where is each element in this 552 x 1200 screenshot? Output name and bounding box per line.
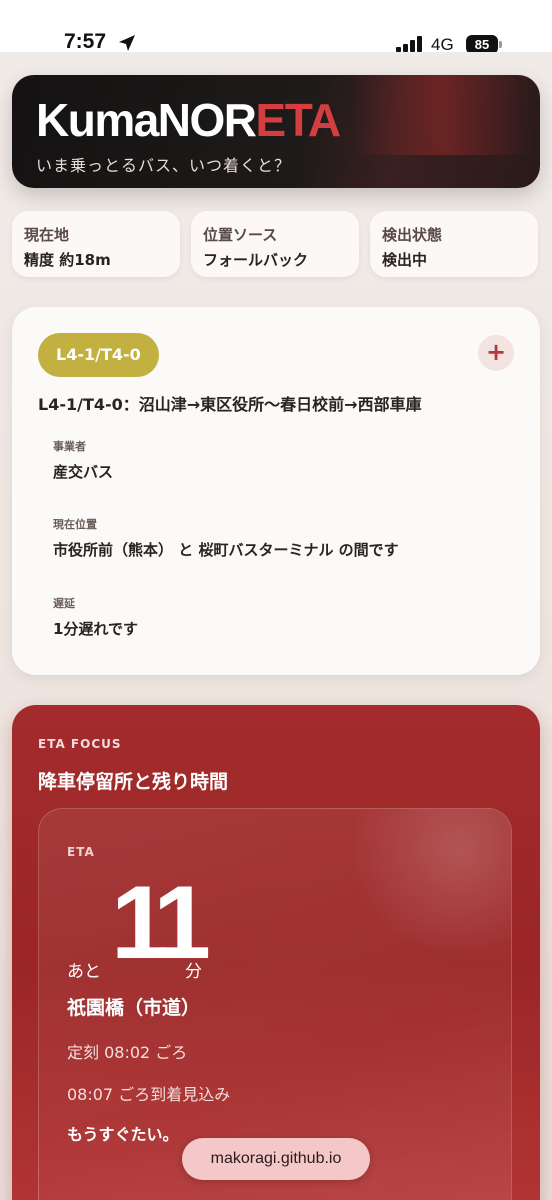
add-button[interactable]: +	[478, 335, 514, 371]
eta-scheduled: 定刻 08:02 ごろ	[67, 1043, 188, 1062]
eta-focus-card: ETA FOCUS 降車停留所と残り時間 ETA あと 11 分 祇園橋（市道）…	[12, 705, 540, 1200]
route-badge[interactable]: L4-1/T4-0	[38, 333, 159, 377]
eta-note: もうすぐたい。	[67, 1125, 179, 1144]
info-value: 精度 約18m	[24, 251, 111, 269]
info-label: 位置ソース	[203, 226, 278, 244]
route-card: L4-1/T4-0 + L4-1/T4-0：沼山津→東区役所〜春日校前→西部車庫…	[12, 307, 540, 675]
info-label: 検出状態	[382, 226, 443, 244]
info-value: 検出中	[382, 251, 428, 269]
cellular-signal-icon	[396, 36, 422, 52]
operator-value: 産交バス	[53, 463, 114, 481]
eta-panel-glow	[339, 809, 511, 949]
info-value: フォールバック	[203, 251, 309, 269]
route-name: L4-1/T4-0：沼山津→東区役所〜春日校前→西部車庫	[38, 395, 422, 414]
position-label: 現在位置	[53, 518, 97, 531]
battery-nub	[499, 41, 502, 48]
eta-tag: ETA	[67, 845, 95, 859]
eta-heading: 降車停留所と残り時間	[38, 771, 229, 793]
operator-label: 事業者	[53, 440, 86, 453]
eta-kicker: ETA FOCUS	[38, 737, 122, 751]
position-value: 市役所前（熊本） と 桜町バスターミナル の間です	[53, 541, 399, 559]
app-header: KumaNORETA いま乗っとるバス、いつ着くと？	[12, 75, 540, 188]
app-subtitle: いま乗っとるバス、いつ着くと？	[36, 156, 292, 175]
delay-value: 1分遅れです	[53, 620, 138, 638]
eta-stop-name: 祇園橋（市道）	[67, 997, 201, 1019]
app-title-main: KumaNOR	[36, 94, 257, 146]
app-title-accent: ETA	[255, 94, 342, 146]
app-title: KumaNORETA	[36, 93, 342, 147]
info-card-detection: 検出状態 検出中	[370, 211, 538, 277]
eta-expected: 08:07 ごろ到着見込み	[67, 1085, 231, 1104]
status-bar: 7:57 4G 85	[0, 0, 552, 54]
delay-label: 遅延	[53, 597, 75, 610]
header-glow	[352, 75, 532, 155]
eta-prefix: あと	[67, 962, 101, 982]
status-time: 7:57	[64, 30, 107, 53]
eta-suffix: 分	[185, 962, 202, 982]
info-card-source: 位置ソース フォールバック	[191, 211, 359, 277]
browser-url-pill[interactable]: makoragi.github.io	[182, 1138, 370, 1180]
info-card-location: 現在地 精度 約18m	[12, 211, 180, 277]
location-arrow-icon	[119, 35, 135, 51]
info-label: 現在地	[24, 226, 70, 244]
